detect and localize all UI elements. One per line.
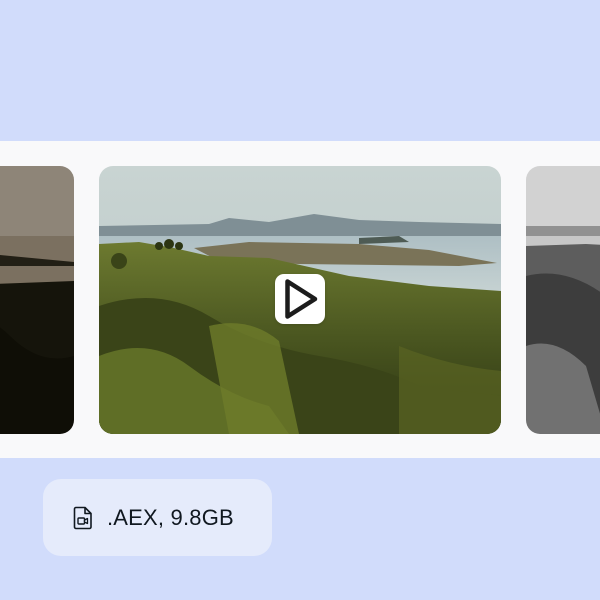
file-info-chip: .AEX, 9.8GB (43, 479, 272, 556)
landscape-image (526, 166, 600, 434)
landscape-image (0, 166, 74, 434)
play-button[interactable] (275, 274, 325, 324)
thumbnail-current[interactable] (99, 166, 501, 434)
thumbnail-next[interactable] (526, 166, 600, 434)
video-file-icon (73, 505, 95, 531)
thumbnail-previous[interactable] (0, 166, 74, 434)
file-format-size-label: .AEX, 9.8GB (107, 504, 234, 530)
play-icon (285, 279, 318, 319)
media-carousel (0, 141, 600, 458)
